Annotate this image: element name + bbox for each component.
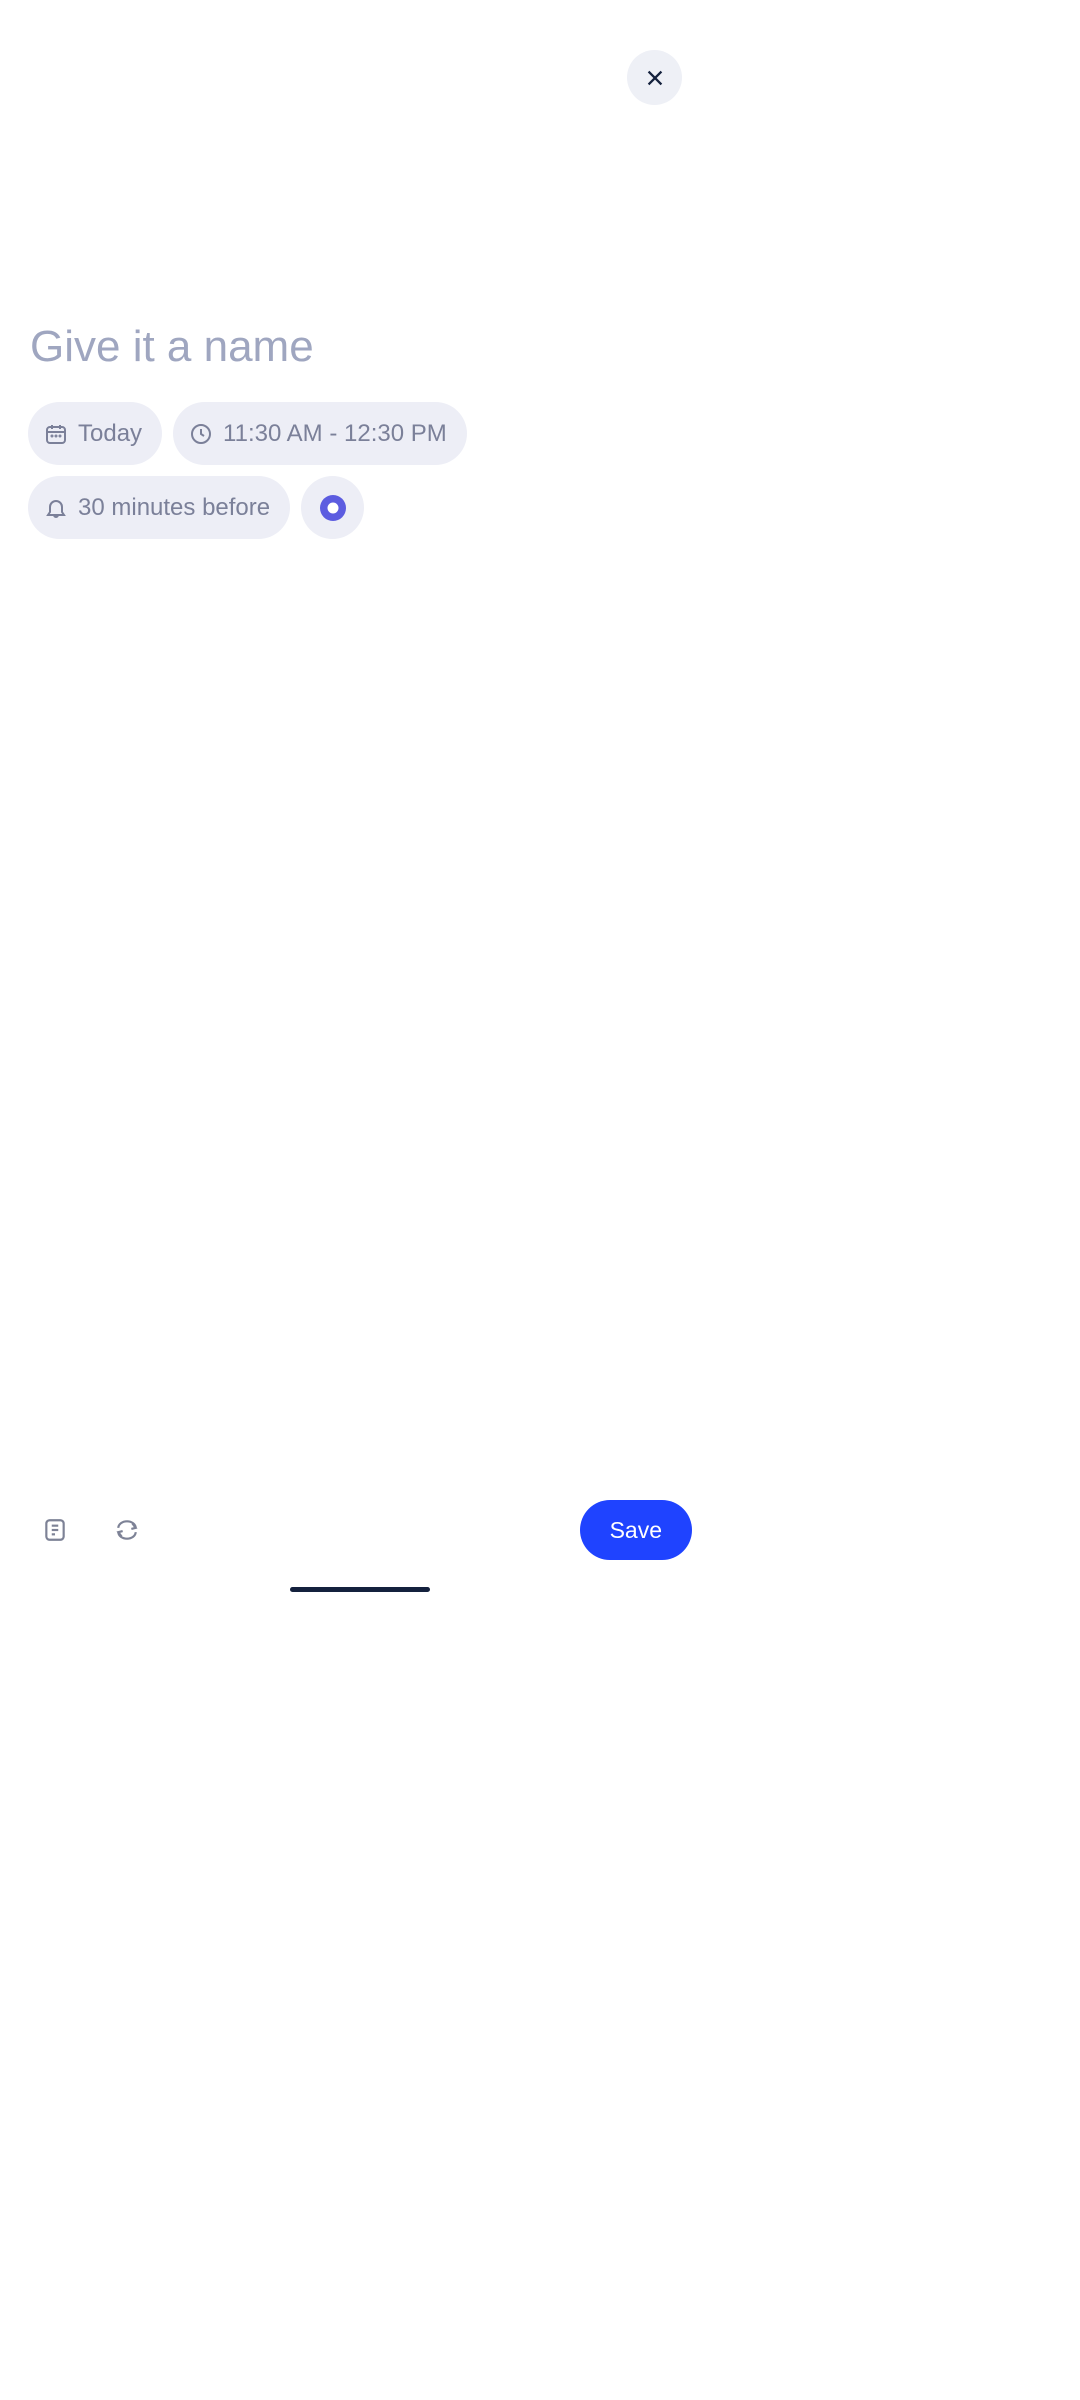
bell-icon	[44, 496, 68, 520]
close-button[interactable]	[627, 50, 682, 105]
close-icon	[644, 67, 666, 89]
reminder-chip[interactable]: 30 minutes before	[28, 476, 290, 539]
options-row: Today 11:30 AM - 12:30 PM 30 minutes bef…	[28, 402, 692, 539]
color-chip[interactable]	[301, 476, 364, 539]
date-label: Today	[78, 420, 142, 448]
calendar-icon	[44, 422, 68, 446]
notes-icon[interactable]	[42, 1517, 68, 1543]
time-chip[interactable]: 11:30 AM - 12:30 PM	[173, 402, 467, 465]
save-button[interactable]: Save	[580, 1500, 692, 1560]
reminder-label: 30 minutes before	[78, 494, 270, 522]
bottom-bar: Save	[0, 1500, 720, 1560]
event-name-input[interactable]	[30, 322, 690, 372]
time-label: 11:30 AM - 12:30 PM	[223, 420, 447, 448]
repeat-icon[interactable]	[114, 1517, 140, 1543]
clock-icon	[189, 422, 213, 446]
home-indicator	[290, 1587, 430, 1592]
color-dot-icon	[320, 495, 346, 521]
date-chip[interactable]: Today	[28, 402, 162, 465]
save-label: Save	[610, 1517, 662, 1544]
